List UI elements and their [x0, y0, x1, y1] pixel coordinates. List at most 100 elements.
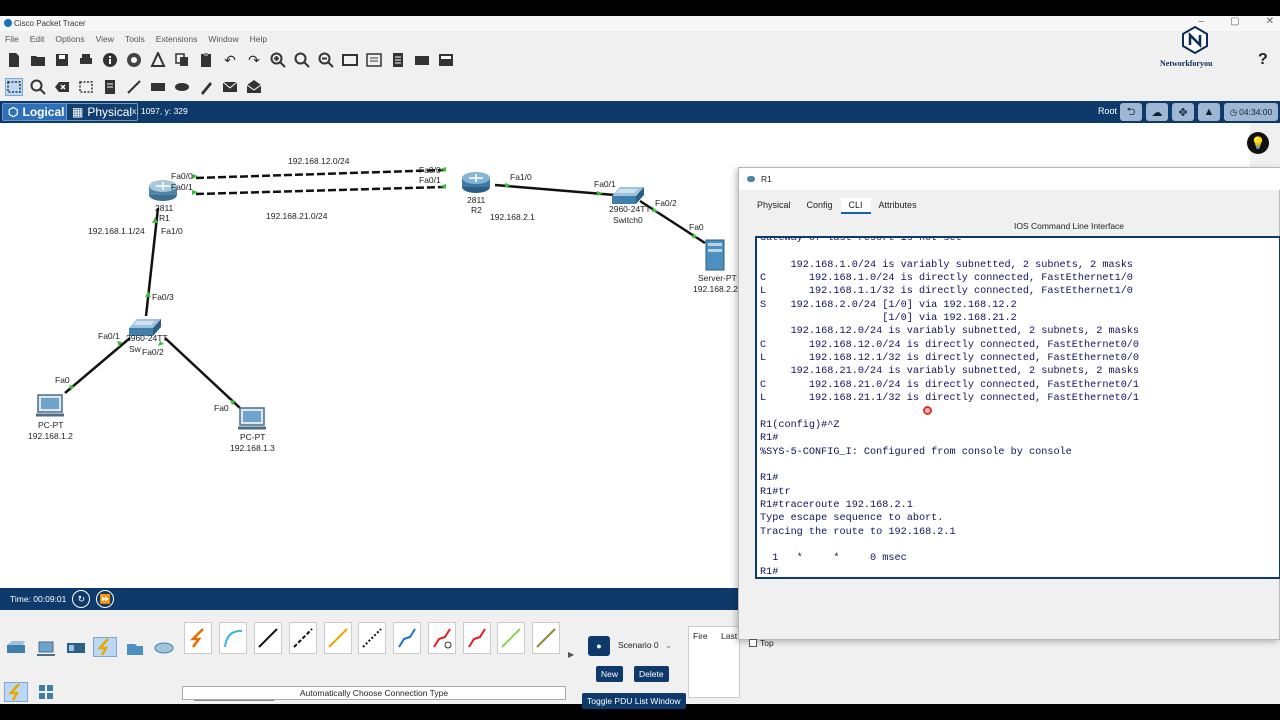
chevron-down-icon: ⌄ — [665, 640, 673, 650]
menu-tools[interactable]: Tools — [125, 34, 145, 44]
connection-grid-icon[interactable] — [34, 682, 58, 702]
line-tool-icon[interactable] — [125, 78, 143, 96]
menu-options[interactable]: Options — [55, 34, 84, 44]
components-icon[interactable] — [64, 638, 88, 658]
copy-icon[interactable] — [173, 51, 191, 69]
help-icon[interactable]: ? — [1258, 51, 1268, 69]
tab-cli[interactable]: CLI — [840, 198, 871, 214]
link-switch1-pc2[interactable] — [164, 337, 241, 409]
panel-expand-icon[interactable]: ▶ — [568, 650, 574, 659]
top-checkbox[interactable]: Top — [749, 638, 774, 648]
delete-pdu-button[interactable]: Delete — [634, 666, 669, 682]
fast-forward-icon[interactable]: ⏩ — [96, 590, 115, 608]
server-icon[interactable] — [705, 239, 725, 271]
cli-terminal[interactable]: Gateway of last resort is not set 192.16… — [755, 236, 1280, 579]
new-file-icon[interactable] — [5, 51, 23, 69]
link-r1-r2-fa00[interactable] — [195, 168, 445, 180]
menu-edit[interactable]: Edit — [30, 34, 45, 44]
power-cycle-icon[interactable]: ↻ — [72, 590, 91, 608]
scenario-select[interactable]: Scenario 0 ⌄ — [618, 640, 678, 651]
move-object-icon[interactable]: ✥ — [1172, 103, 1194, 121]
miscellaneous-icon[interactable] — [123, 638, 147, 658]
simple-pdu-icon[interactable] — [221, 78, 239, 96]
note-tool-icon[interactable] — [101, 78, 119, 96]
straight-through-cable-icon[interactable] — [254, 622, 282, 654]
rectangle-tool-icon[interactable] — [149, 78, 167, 96]
coaxial-cable-icon[interactable] — [393, 622, 421, 654]
switch0-icon[interactable] — [612, 187, 644, 204]
freeform-tool-icon[interactable] — [197, 78, 215, 96]
console-cable-icon[interactable] — [219, 622, 247, 654]
top-checkbox-box[interactable] — [749, 639, 757, 647]
scenario-info-icon[interactable]: ● — [588, 636, 610, 656]
save-icon[interactable] — [53, 51, 71, 69]
r1-window-titlebar[interactable]: R1 — [739, 168, 1280, 190]
fiber-cable-icon[interactable] — [324, 622, 352, 654]
physical-workspace-icon: ▦ — [72, 105, 84, 119]
fire-column-header: Fire — [693, 631, 708, 641]
tab-physical-device[interactable]: Physical — [749, 198, 799, 214]
close-button[interactable]: ✕ — [1266, 16, 1274, 27]
resize-tool-icon[interactable] — [77, 78, 95, 96]
serial-dte-cable-icon[interactable] — [463, 622, 491, 654]
pc2-icon[interactable] — [238, 407, 266, 430]
iot-custom-cable-icon[interactable] — [532, 622, 560, 654]
tab-config[interactable]: Config — [799, 198, 841, 214]
link-switch1-pc1[interactable] — [64, 337, 131, 394]
delete-tool-icon[interactable] — [53, 78, 71, 96]
network-devices-icon[interactable] — [4, 638, 28, 658]
zoom-reset-icon[interactable] — [293, 51, 311, 69]
auto-connection-icon[interactable] — [4, 682, 28, 702]
ellipse-tool-icon[interactable] — [173, 78, 191, 96]
automatic-cable-icon[interactable] — [184, 622, 212, 654]
phone-cable-icon[interactable] — [358, 622, 386, 654]
print-icon[interactable] — [77, 51, 95, 69]
notes-icon[interactable] — [389, 51, 407, 69]
zoom-out-icon[interactable] — [317, 51, 335, 69]
connections-category-icon[interactable] — [93, 637, 117, 657]
tab-logical[interactable]: ⬡ Logical — [2, 103, 71, 121]
menu-help[interactable]: Help — [250, 34, 267, 44]
viewport-clock[interactable]: ◷ 04:34:00 — [1224, 103, 1278, 121]
redo-icon[interactable]: ↷ — [245, 51, 263, 69]
network-info-icon[interactable] — [125, 51, 143, 69]
tab-physical[interactable]: ▦ Physical — [66, 103, 139, 121]
router-small-icon — [747, 176, 755, 182]
r1-device-window: R1 Physical Config CLI Attributes IOS Co… — [738, 167, 1280, 648]
end-devices-icon[interactable] — [34, 638, 58, 658]
pc1-icon[interactable] — [36, 394, 64, 417]
viewport-icon[interactable] — [413, 51, 431, 69]
menu-extensions[interactable]: Extensions — [156, 34, 198, 44]
link-r1-r2-fa01[interactable] — [195, 185, 445, 196]
menu-view[interactable]: View — [96, 34, 114, 44]
undo-icon[interactable]: ↶ — [221, 51, 239, 69]
router-r2-icon[interactable] — [462, 172, 490, 193]
serial-dce-cable-icon[interactable] — [428, 622, 456, 654]
tab-attributes[interactable]: Attributes — [871, 198, 925, 214]
custom-devices-icon[interactable] — [365, 51, 383, 69]
open-folder-icon[interactable] — [29, 51, 47, 69]
multiuser-icon[interactable] — [152, 638, 176, 658]
toggle-pdu-list-button[interactable]: Toggle PDU List Window — [582, 693, 686, 709]
maximize-button[interactable]: ▢ — [1230, 16, 1239, 27]
switch1-name-label: Sw — [129, 344, 141, 354]
menu-file[interactable]: File — [5, 34, 19, 44]
select-tool-icon[interactable] — [5, 78, 23, 96]
info-icon[interactable] — [101, 51, 119, 69]
lightbulb-icon[interactable]: 💡 — [1247, 132, 1269, 154]
cluster-cloud-icon[interactable]: ☁ — [1146, 103, 1168, 121]
activity-wizard-icon[interactable] — [149, 51, 167, 69]
paste-icon[interactable] — [197, 51, 215, 69]
crossover-cable-icon[interactable] — [289, 622, 317, 654]
complex-pdu-icon[interactable] — [245, 78, 263, 96]
drawing-palette-icon[interactable] — [341, 51, 359, 69]
pdu-window-icon[interactable] — [437, 51, 455, 69]
new-pdu-button[interactable]: New — [596, 666, 624, 682]
inspect-tool-icon[interactable] — [29, 78, 47, 96]
set-background-icon[interactable]: ▲ — [1198, 103, 1220, 121]
back-icon[interactable]: ⮌ — [1120, 103, 1142, 121]
zoom-in-icon[interactable] — [269, 51, 287, 69]
pc1-ip-label: 192.168.1.2 — [28, 431, 73, 441]
octal-cable-icon[interactable] — [497, 622, 525, 654]
menu-window[interactable]: Window — [208, 34, 238, 44]
